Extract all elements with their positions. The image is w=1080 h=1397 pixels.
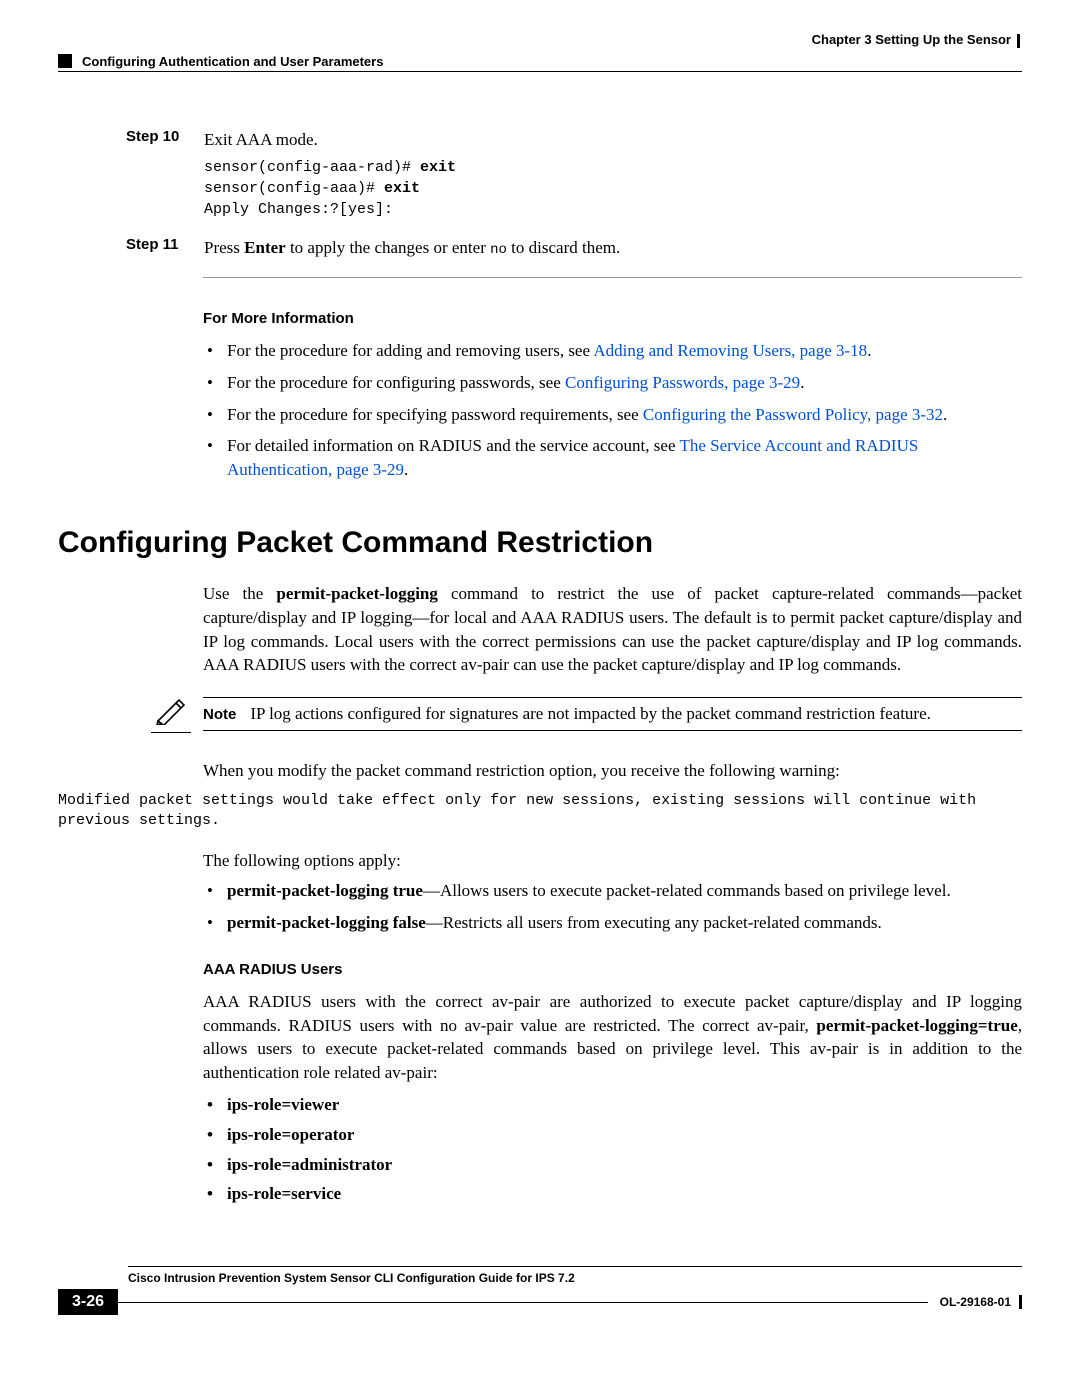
- cli-block: sensor(config-aaa-rad)# exit sensor(conf…: [204, 157, 1022, 220]
- step-11: Step 11 Press Enter to apply the changes…: [58, 236, 1022, 261]
- note-text: IP log actions configured for signatures…: [250, 704, 931, 724]
- link-adding-users[interactable]: Adding and Removing Users, page 3-18: [593, 341, 867, 360]
- options-list: permit-packet-logging true—Allows users …: [203, 879, 1022, 935]
- aaa-paragraph: AAA RADIUS users with the correct av-pai…: [203, 990, 1022, 1085]
- roles-list: ips-role=viewer ips-role=operator ips-ro…: [203, 1093, 1022, 1206]
- more-info-heading: For More Information: [203, 308, 1022, 329]
- modify-line: When you modify the packet command restr…: [203, 759, 1022, 783]
- step-label: Step 10: [58, 128, 204, 221]
- page-footer: Cisco Intrusion Prevention System Sensor…: [58, 1266, 1022, 1315]
- options-heading: The following options apply:: [203, 849, 1022, 873]
- section-title: Configuring Packet Command Restriction: [58, 526, 1022, 560]
- link-configuring-passwords[interactable]: Configuring Passwords, page 3-29: [565, 373, 800, 392]
- list-item: ips-role=service: [203, 1182, 1022, 1206]
- list-item: permit-packet-logging false—Restricts al…: [203, 911, 1022, 935]
- list-item: ips-role=administrator: [203, 1153, 1022, 1177]
- pencil-icon: [154, 697, 188, 730]
- more-info-list: For the procedure for adding and removin…: [203, 339, 1022, 482]
- list-item: For detailed information on RADIUS and t…: [203, 434, 1022, 482]
- note-block: Note IP log actions configured for signa…: [58, 697, 1022, 737]
- list-item: For the procedure for configuring passwo…: [203, 371, 1022, 395]
- chapter-heading: Chapter 3 Setting Up the Sensor: [58, 32, 1020, 48]
- footer-title: Cisco Intrusion Prevention System Sensor…: [128, 1266, 1022, 1285]
- step-10: Step 10 Exit AAA mode. sensor(config-aaa…: [58, 128, 1022, 221]
- link-password-policy[interactable]: Configuring the Password Policy, page 3-…: [643, 405, 943, 424]
- warning-output: Modified packet settings would take effe…: [58, 791, 1022, 832]
- list-item: ips-role=viewer: [203, 1093, 1022, 1117]
- section-heading: Configuring Authentication and User Para…: [58, 54, 1022, 69]
- step-label: Step 11: [58, 236, 204, 261]
- page-number: 3-26: [58, 1289, 118, 1315]
- list-item: permit-packet-logging true—Allows users …: [203, 879, 1022, 903]
- list-item: For the procedure for adding and removin…: [203, 339, 1022, 363]
- doc-id: OL-29168-01: [940, 1295, 1011, 1309]
- step-text: Exit AAA mode.: [204, 130, 318, 149]
- list-item: ips-role=operator: [203, 1123, 1022, 1147]
- intro-paragraph: Use the permit-packet-logging command to…: [203, 582, 1022, 677]
- aaa-users-heading: AAA RADIUS Users: [203, 959, 1022, 980]
- list-item: For the procedure for specifying passwor…: [203, 403, 1022, 427]
- note-label: Note: [203, 704, 236, 724]
